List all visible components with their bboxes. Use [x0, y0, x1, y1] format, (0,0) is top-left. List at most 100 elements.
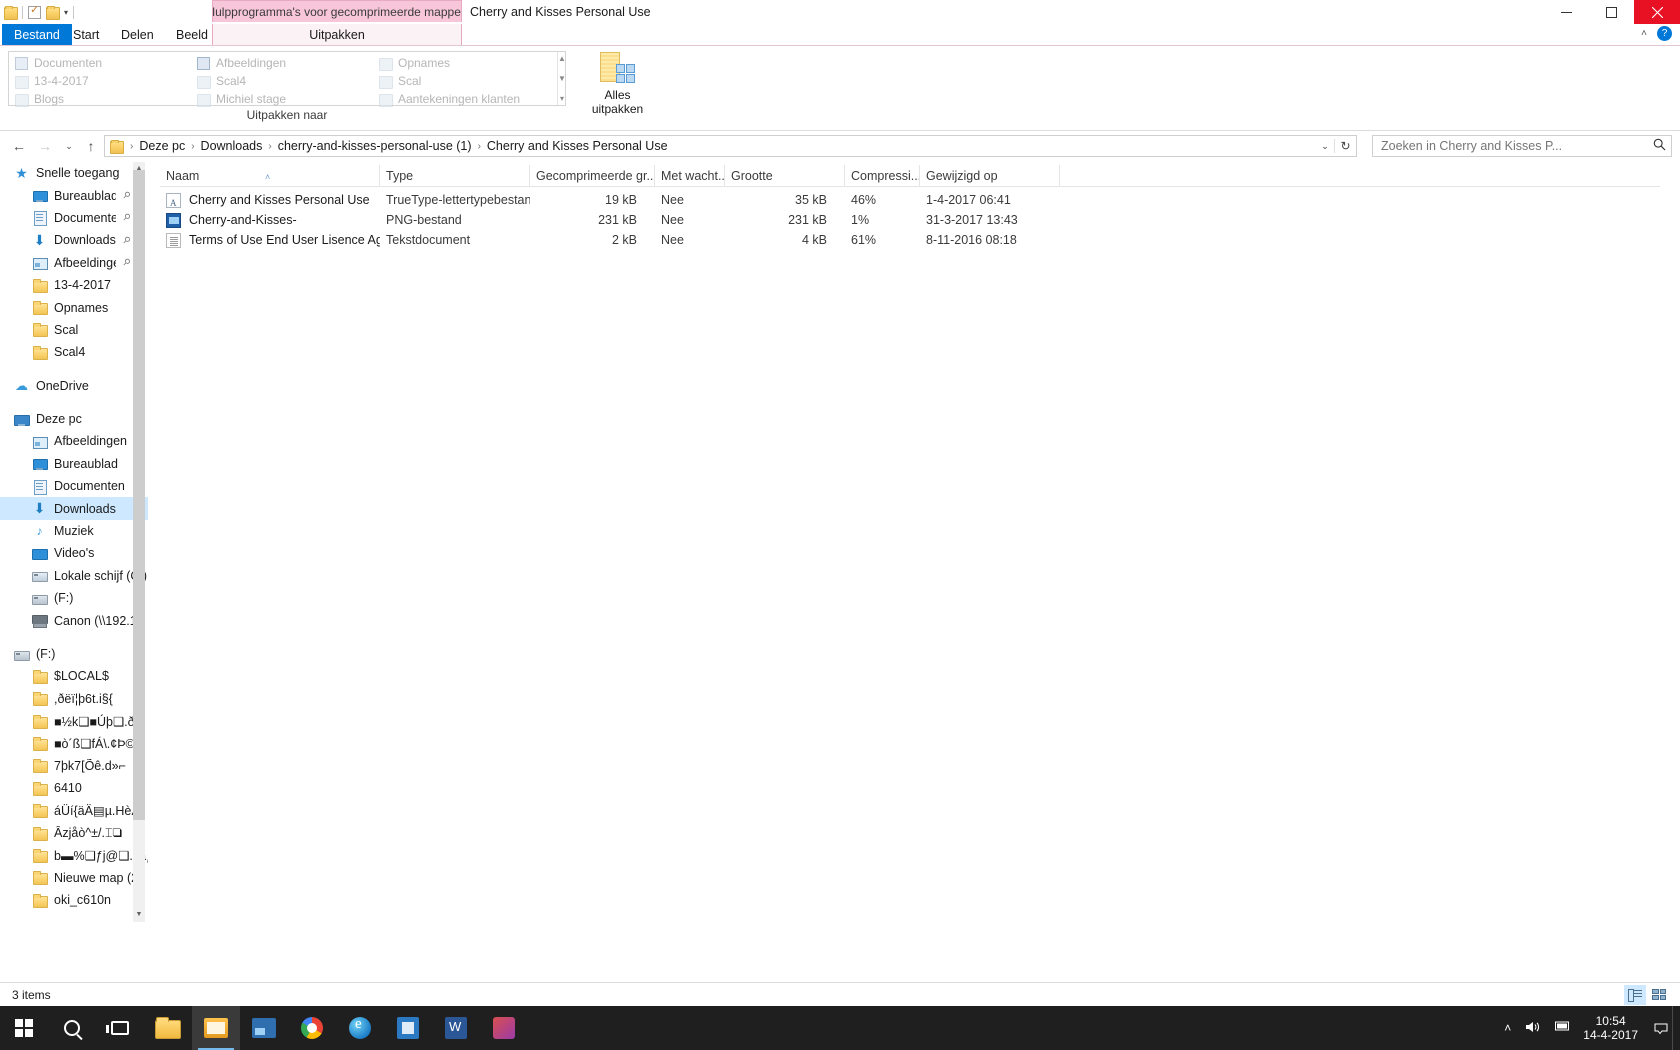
sidebar-item-canon-192-16[interactable]: Canon (\\192.16 [0, 609, 148, 631]
details-view-button[interactable] [1624, 984, 1646, 1005]
large-icons-view-button[interactable] [1648, 985, 1670, 1005]
breadcrumb-item-current[interactable]: Cherry and Kisses Personal Use [484, 136, 671, 156]
sidebar-item-bureaublad[interactable]: Bureaublad ⚲ [0, 184, 148, 206]
sidebar-item-downloads[interactable]: ⬇ Downloads [0, 497, 148, 520]
sidebar-item-6t-i[interactable]: ,ðëï¦þ6t.i§{ [0, 688, 148, 710]
up-button[interactable]: ↑ [80, 136, 102, 156]
extract-to-item[interactable]: Opnames [375, 54, 557, 72]
search-input[interactable]: Zoeken in Cherry and Kisses P... [1373, 139, 1647, 153]
refresh-icon[interactable]: ↻ [1334, 139, 1356, 153]
table-row[interactable]: Cherry-and-Kisses- PNG-bestand 231 kB Nee 23… [160, 210, 1660, 230]
column-header-gewijzigd-op[interactable]: Gewijzigd op [920, 165, 1060, 187]
breadcrumb-item-archive[interactable]: cherry-and-kisses-personal-use (1) [275, 136, 475, 156]
back-button[interactable]: ← [8, 136, 30, 156]
sidebar-item-afbeeldingen[interactable]: Afbeeldingen [0, 430, 148, 452]
taskbar-app-photos[interactable] [240, 1006, 288, 1050]
close-button[interactable] [1634, 0, 1680, 24]
folder-icon[interactable] [110, 139, 124, 154]
breadcrumb-separator[interactable]: › [265, 141, 274, 152]
sidebar-item-13-4-2017[interactable]: 13-4-2017 [0, 274, 148, 296]
column-header-naam[interactable]: Naam ˄ [160, 165, 380, 187]
taskbar-app-explorer-window[interactable] [192, 1006, 240, 1050]
navigation-pane[interactable]: ★Snelle toegangBureaublad⚲Documenten⚲⬇Do… [0, 162, 148, 922]
table-row[interactable]: Cherry and Kisses Personal Use TrueType-l… [160, 190, 1660, 210]
gallery-scroll-down-icon[interactable]: ▼ [558, 74, 566, 83]
checkbox-icon[interactable] [28, 4, 41, 19]
notifications-icon[interactable] [1650, 1006, 1672, 1050]
sidebar-item-f[interactable]: (F:) [0, 643, 148, 665]
breadcrumb-separator[interactable]: › [188, 141, 197, 152]
taskbar-search-button[interactable] [48, 1006, 96, 1050]
column-header-type[interactable]: Type [380, 165, 530, 187]
minimize-button[interactable] [1544, 0, 1589, 24]
extract-to-item[interactable]: Aantekeningen klanten [375, 90, 557, 108]
collapse-ribbon-icon[interactable]: ˄ [1641, 28, 1647, 39]
scroll-down-icon[interactable]: ▼ [133, 908, 145, 922]
sidebar-item-muziek[interactable]: ♪ Muziek [0, 520, 148, 542]
gallery-scrollbar[interactable]: ▲ ▼ ▾ [557, 52, 566, 105]
sidebar-item-downloads[interactable]: ⬇ Downloads ⚲ [0, 229, 148, 251]
sidebar-item-opnames[interactable]: Opnames [0, 296, 148, 318]
sidebar-item-zj[interactable]: Âzjåò^±/.⌶❑ [0, 822, 148, 844]
sidebar-item-b-j-x[interactable]: b▬%❑ƒj@❑.xáƒ [0, 844, 148, 866]
sidebar-item-documenten[interactable]: Documenten [0, 475, 148, 497]
taskbar-app-word[interactable] [432, 1006, 480, 1050]
sidebar-item-onedrive[interactable]: ☁ OneDrive [0, 375, 148, 397]
taskbar-app-chrome[interactable] [288, 1006, 336, 1050]
sidebar-item-deze-pc[interactable]: Deze pc [0, 408, 148, 430]
start-button[interactable] [0, 1006, 48, 1050]
search-icon[interactable] [1647, 138, 1671, 154]
network-icon[interactable] [1548, 1020, 1577, 1036]
extract-to-item[interactable]: Documenten [11, 54, 193, 72]
extract-to-item[interactable]: Afbeeldingen [193, 54, 375, 72]
sidebar-item-6410[interactable]: 6410 [0, 777, 148, 799]
column-header-grootte[interactable]: Grootte [725, 165, 845, 187]
column-header-compressie[interactable]: Compressi... [845, 165, 920, 187]
file-list[interactable]: Cherry and Kisses Personal Use TrueType-l… [160, 190, 1660, 250]
sidebar-item-7-k7-d[interactable]: 7þk7[Õê.d»⌐ [0, 755, 148, 777]
breadcrumb-item-deze-pc[interactable]: Deze pc [136, 136, 188, 156]
table-row[interactable]: Terms of Use End User Lisence Agr... Teks… [160, 230, 1660, 250]
sidebar-item-scal4[interactable]: Scal4 [0, 341, 148, 363]
taskbar-app-edge[interactable] [336, 1006, 384, 1050]
help-icon[interactable]: ? [1657, 26, 1672, 41]
extract-to-item[interactable]: 13-4-2017 [11, 72, 193, 90]
extract-to-gallery[interactable]: Documenten 13-4-2017 Blogs Afbeeldingen [8, 51, 566, 108]
extract-to-item[interactable]: Scal [375, 72, 557, 90]
gallery-scroll-up-icon[interactable]: ▲ [558, 54, 566, 63]
extract-to-item[interactable]: Scal4 [193, 72, 375, 90]
taskbar-app-explorer[interactable] [144, 1006, 192, 1050]
sidebar-item-f[interactable]: ■ò´ß❑fÁ\.¢Þ© [0, 732, 148, 754]
pin-icon[interactable]: ⚲ [120, 212, 133, 224]
task-view-button[interactable] [96, 1006, 144, 1050]
search-box[interactable]: Zoeken in Cherry and Kisses P... [1372, 135, 1672, 157]
breadcrumb-item-downloads[interactable]: Downloads [198, 136, 266, 156]
volume-icon[interactable] [1518, 1020, 1548, 1037]
show-hidden-icons-icon[interactable]: ˄ [1497, 1021, 1518, 1035]
sidebar-item-scal[interactable]: Scal [0, 319, 148, 341]
new-folder-icon[interactable] [46, 5, 60, 20]
navigation-pane-scrollbar[interactable]: ▲ ▼ [133, 162, 145, 922]
extract-to-item[interactable]: Michiel stage [193, 90, 375, 108]
sidebar-item-f[interactable]: (F:) [0, 587, 148, 609]
recent-locations-button[interactable]: ⌄ [58, 136, 80, 156]
breadcrumb[interactable]: › Deze pc › Downloads › cherry-and-kisse… [104, 135, 1357, 157]
sidebar-item-snelle-toegang[interactable]: ★ Snelle toegang [0, 162, 148, 184]
breadcrumb-separator[interactable]: › [475, 141, 484, 152]
extract-all-button[interactable]: Alles uitpakken [580, 49, 655, 121]
pin-icon[interactable]: ⚲ [120, 257, 133, 269]
chevron-down-icon[interactable]: ▾ [64, 6, 68, 19]
tab-start[interactable]: Start [60, 24, 112, 46]
sidebar-item-video-s[interactable]: Video's [0, 542, 148, 564]
sidebar-item-h[interactable]: áÜí{äÄ▤µ.HèÆ [0, 800, 148, 822]
sidebar-item-documenten[interactable]: Documenten⚲ [0, 207, 148, 229]
folder-icon[interactable] [4, 5, 18, 20]
pin-icon[interactable]: ⚲ [120, 189, 133, 201]
gallery-more-icon[interactable]: ▾ [560, 94, 564, 103]
scrollbar-thumb[interactable] [133, 170, 145, 820]
chevron-down-icon[interactable]: ⌄ [1316, 141, 1334, 152]
sidebar-item-bureaublad[interactable]: Bureaublad [0, 453, 148, 475]
column-header-met-wachtwoord[interactable]: Met wacht... [655, 165, 725, 187]
extract-to-item[interactable]: Blogs [11, 90, 193, 108]
sidebar-item-k-yl[interactable]: ■½k❑■Úþ❑.ðyl [0, 710, 148, 732]
